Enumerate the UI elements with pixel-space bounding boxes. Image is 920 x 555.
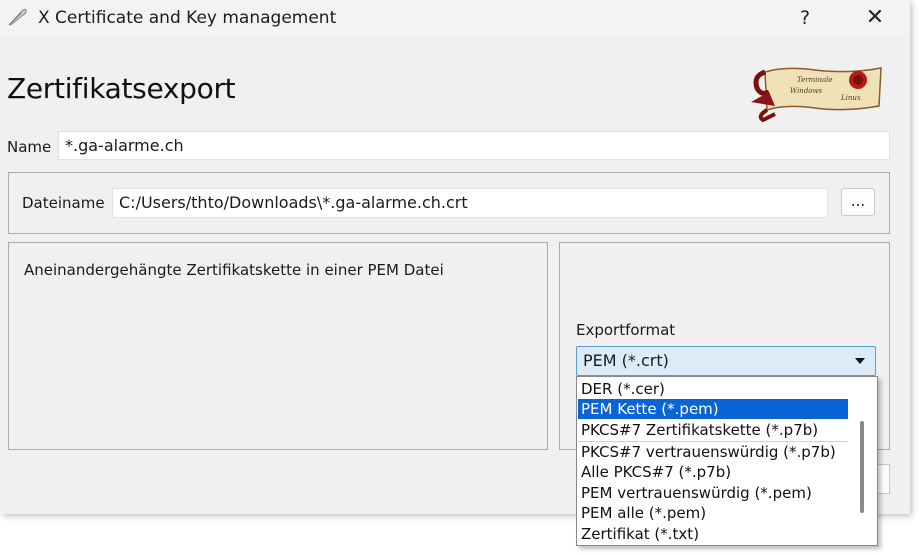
dropdown-scrollbar[interactable] bbox=[860, 421, 864, 513]
logo-line-2: Windows bbox=[790, 87, 823, 95]
format-option-certificate-txt[interactable]: Zertifikat (*.txt) bbox=[578, 524, 848, 544]
page-title: Zertifikatsexport bbox=[7, 72, 236, 105]
close-button[interactable]: ✕ bbox=[860, 4, 890, 32]
dropdown-arrow-icon bbox=[855, 358, 865, 364]
help-button[interactable]: ? bbox=[790, 4, 820, 32]
filename-label: Dateiname bbox=[22, 194, 105, 212]
export-format-dropdown-list: DER (*.cer) PEM Kette (*.pem) PKCS#7 Zer… bbox=[576, 376, 878, 546]
logo-scroll-icon: Terminale Windows Linux bbox=[751, 67, 882, 122]
filename-input[interactable]: C:/Users/thto/Downloads\*.ga-alarme.ch.c… bbox=[112, 188, 828, 218]
format-option-pkcs7-chain[interactable]: PKCS#7 Zertifikatskette (*.p7b) bbox=[578, 420, 848, 440]
format-option-pem-chain[interactable]: PEM Kette (*.pem) bbox=[578, 399, 848, 419]
browse-button[interactable]: ... bbox=[841, 188, 875, 216]
export-format-label: Exportformat bbox=[576, 321, 676, 339]
format-description: Aneinandergehängte Zertifikatskette in e… bbox=[24, 261, 444, 279]
format-option-pem-all[interactable]: PEM alle (*.pem) bbox=[578, 503, 848, 523]
app-feather-icon bbox=[8, 8, 27, 26]
window-title: X Certificate and Key management bbox=[38, 8, 337, 28]
title-bar[interactable]: X Certificate and Key management ? ✕ bbox=[0, 0, 910, 38]
export-format-selected-value: PEM (*.crt) bbox=[583, 351, 669, 370]
format-option-der[interactable]: DER (*.cer) bbox=[578, 379, 848, 399]
ok-button[interactable] bbox=[878, 464, 890, 494]
logo-line-1: Terminale bbox=[797, 76, 833, 84]
export-format-select[interactable]: PEM (*.crt) bbox=[576, 346, 876, 376]
name-input[interactable]: *.ga-alarme.ch bbox=[58, 131, 890, 160]
logo-line-3: Linux bbox=[840, 94, 861, 102]
format-option-pkcs7-trusted[interactable]: PKCS#7 vertrauenswürdig (*.p7b) bbox=[578, 442, 848, 462]
name-label: Name bbox=[7, 138, 52, 156]
format-option-pkcs7-all[interactable]: Alle PKCS#7 (*.p7b) bbox=[578, 462, 848, 482]
format-option-pem-trusted[interactable]: PEM vertrauenswürdig (*.pem) bbox=[578, 483, 848, 503]
